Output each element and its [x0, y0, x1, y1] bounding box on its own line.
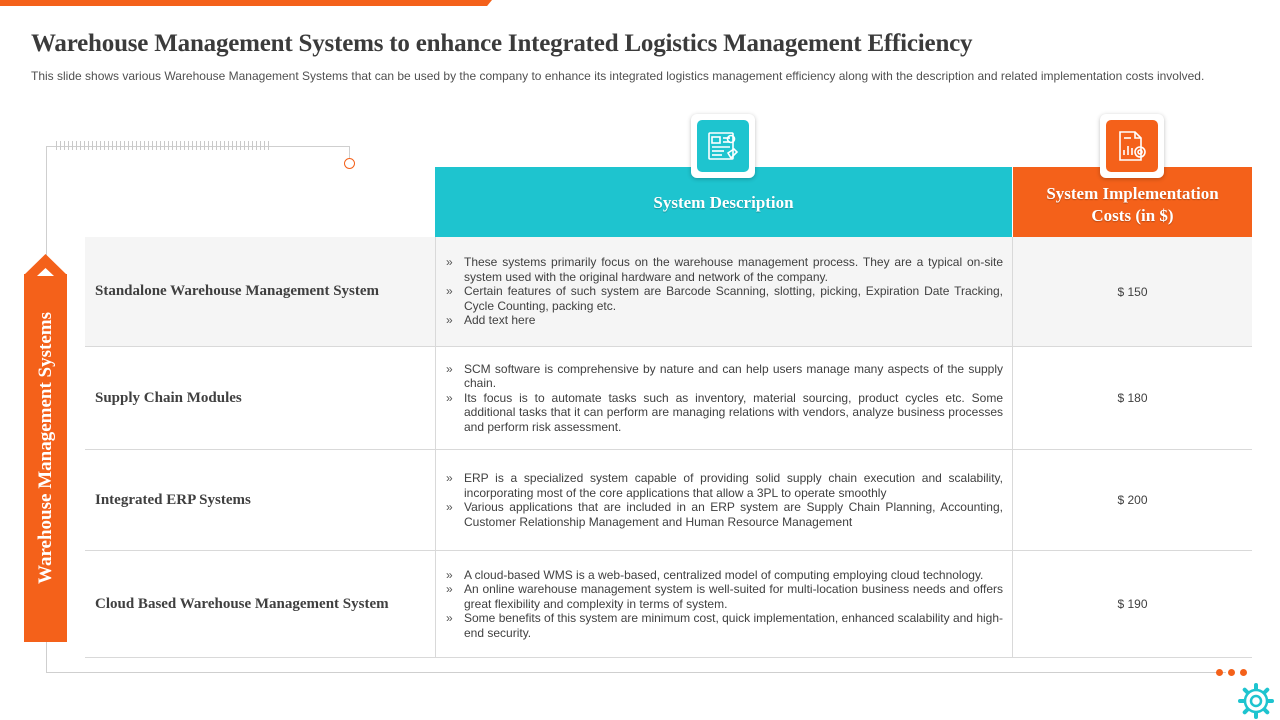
- description-bullet: » Certain features of such system are Bar…: [446, 284, 1003, 313]
- header-cost-label: System Implementation Costs (in $): [1046, 184, 1219, 225]
- table-row: Standalone Warehouse Management System »…: [85, 237, 1252, 347]
- row-cost: $ 200: [1117, 493, 1148, 507]
- row-description: » These systems primarily focus on the wa…: [435, 237, 1013, 346]
- frame-line-bottom: [46, 672, 1226, 673]
- decorative-dots: [1216, 669, 1256, 677]
- decorative-ruler: [56, 141, 270, 150]
- document-blueprint-icon: [697, 120, 749, 172]
- description-bullet: » Various applications that are included …: [446, 500, 1003, 529]
- row-system-name: Cloud Based Warehouse Management System: [95, 595, 389, 612]
- description-bullet: » ERP is a specialized system capable of …: [446, 471, 1003, 500]
- row-description: » ERP is a specialized system capable of …: [435, 450, 1013, 550]
- description-bullet: » These systems primarily focus on the wa…: [446, 255, 1003, 284]
- description-bullet: » SCM software is comprehensive by nature…: [446, 361, 1003, 391]
- row-description: » SCM software is comprehensive by nature…: [435, 347, 1013, 449]
- table-row: Supply Chain Modules » SCM software is co…: [85, 347, 1252, 450]
- top-accent-bar: [0, 0, 492, 6]
- description-bullet: » Its focus is to automate tasks such as …: [446, 390, 1003, 434]
- page-title: Warehouse Management Systems to enhance …: [31, 30, 973, 57]
- row-description: » A cloud-based WMS is a web-based, centr…: [435, 551, 1013, 657]
- report-settings-icon: [1106, 120, 1158, 172]
- frame-ring-marker: [344, 158, 355, 169]
- page-subtitle: This slide shows various Warehouse Manag…: [31, 69, 1205, 83]
- description-bullet: » Add text here: [446, 313, 536, 328]
- description-bullet: » An online warehouse management system i…: [446, 582, 1003, 611]
- header-description-label: System Description: [653, 193, 794, 212]
- row-cost: $ 190: [1117, 597, 1148, 611]
- banner-label: Warehouse Management Systems: [35, 312, 56, 584]
- description-icon-box: [691, 114, 755, 178]
- cost-icon-box: [1100, 114, 1164, 178]
- description-bullet: » A cloud-based WMS is a web-based, centr…: [446, 567, 984, 582]
- description-bullet: » Some benefits of this system are minimu…: [446, 611, 1003, 640]
- row-system-name: Integrated ERP Systems: [95, 491, 251, 508]
- row-system-name: Supply Chain Modules: [95, 389, 242, 406]
- row-cost: $ 150: [1117, 284, 1148, 299]
- row-system-name: Standalone Warehouse Management System: [95, 283, 380, 299]
- gear-icon: [1238, 683, 1274, 719]
- row-cost: $ 180: [1117, 391, 1148, 405]
- table-row: Integrated ERP Systems » ERP is a special…: [85, 450, 1252, 551]
- table-row: Cloud Based Warehouse Management System …: [85, 551, 1252, 658]
